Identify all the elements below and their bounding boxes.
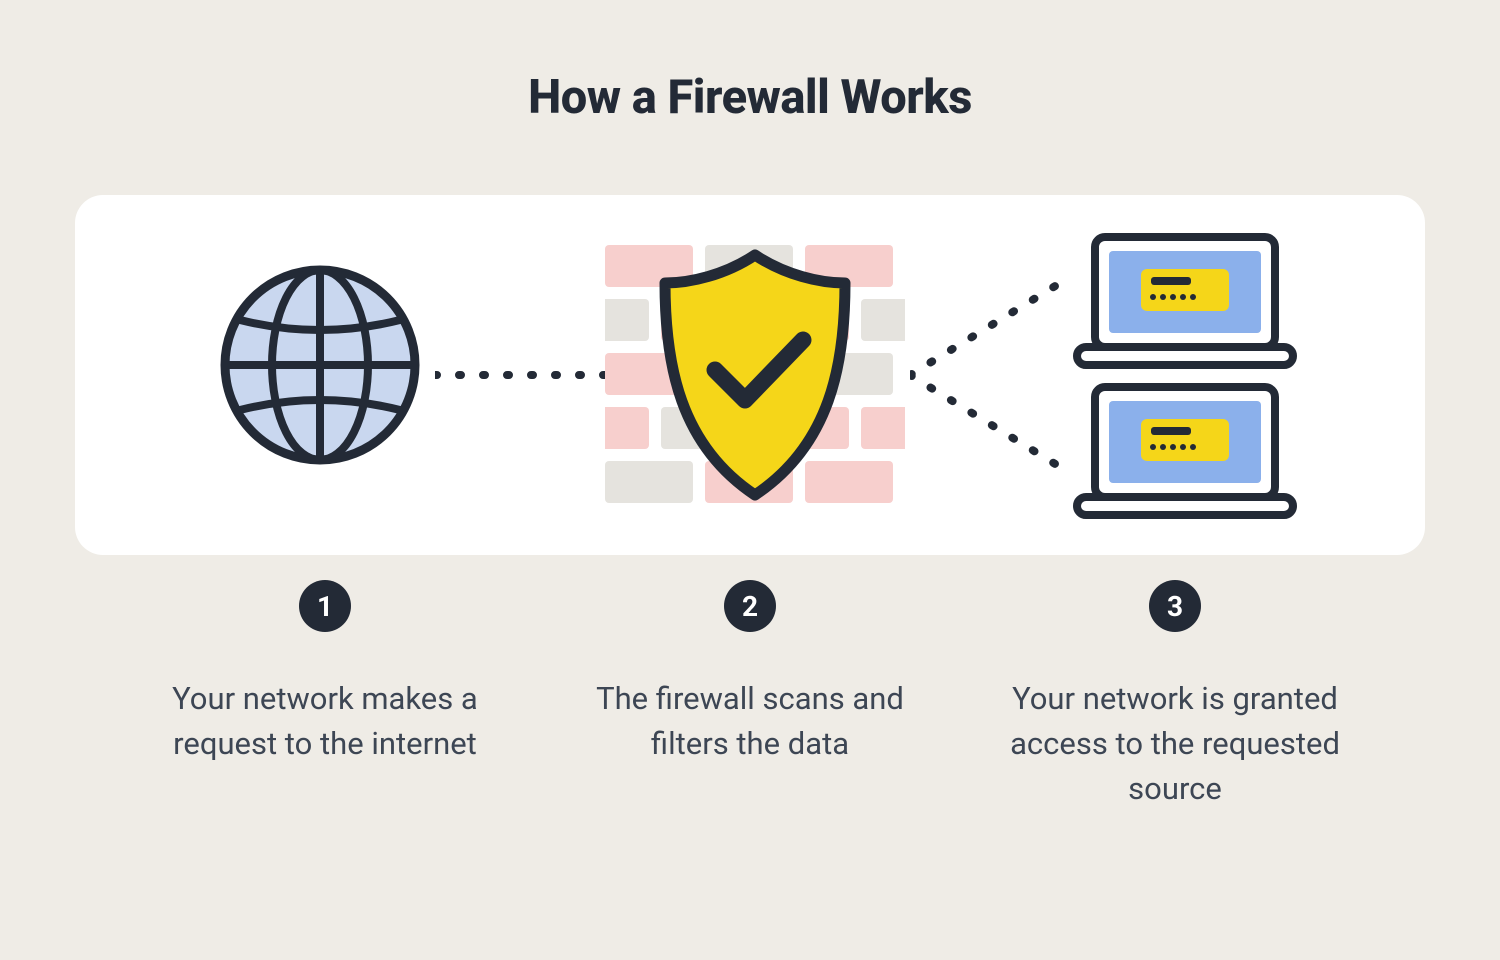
diagram-container: How a Firewall Works: [0, 0, 1500, 960]
firewall-icon: [605, 245, 905, 509]
shield-icon: [665, 255, 845, 495]
illustration-panel: [75, 195, 1425, 555]
step-text-3: Your network is granted access to the re…: [995, 677, 1355, 812]
page-title: How a Firewall Works: [528, 70, 972, 125]
connector-line-1: [435, 365, 605, 385]
globe-icon: [220, 265, 420, 469]
step-badge-3: 3: [1149, 580, 1201, 632]
step-text-2: The firewall scans and filters the data: [570, 677, 930, 767]
laptops-icon: [1065, 231, 1305, 525]
step-badge-2: 2: [724, 580, 776, 632]
step-2: 2 The firewall scans and filters the dat…: [570, 580, 930, 812]
connector-line-2: [910, 270, 1070, 480]
step-3: 3 Your network is granted access to the …: [995, 580, 1355, 812]
step-badge-1: 1: [299, 580, 351, 632]
step-text-1: Your network makes a request to the inte…: [145, 677, 505, 767]
step-1: 1 Your network makes a request to the in…: [145, 580, 505, 812]
steps-row: 1 Your network makes a request to the in…: [75, 580, 1425, 812]
